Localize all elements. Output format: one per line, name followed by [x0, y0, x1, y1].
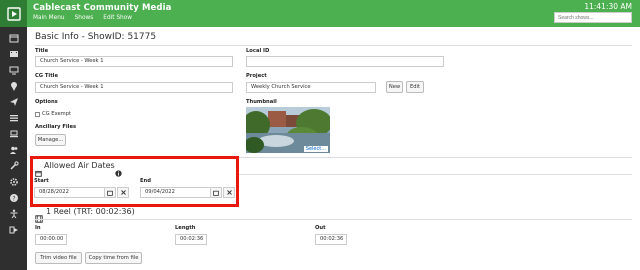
clock: 11:41:30 AM — [584, 2, 632, 11]
film-icon[interactable] — [0, 46, 27, 62]
list-icon[interactable] — [0, 110, 27, 126]
end-calendar-button[interactable] — [210, 187, 222, 198]
nav-edit-show[interactable]: Edit Show — [103, 15, 132, 21]
nav-shows[interactable]: Shows — [75, 15, 94, 21]
laptop-icon[interactable] — [0, 126, 27, 142]
reel-title: 1 Reel (TRT: 00:02:36) — [46, 207, 135, 216]
out-input[interactable]: 00:02:36 — [315, 234, 347, 245]
calendar-icon[interactable] — [0, 30, 27, 46]
accessibility-icon[interactable] — [0, 206, 27, 222]
logo-play-icon[interactable] — [0, 0, 27, 27]
in-input[interactable]: 00:00:00 — [35, 234, 67, 245]
in-label: In — [35, 225, 41, 231]
divider — [239, 174, 632, 175]
trim-video-button[interactable]: Trim video file — [35, 252, 82, 264]
project-select[interactable]: Weekly Church Service — [246, 82, 376, 93]
local-id-label: Local ID — [246, 48, 270, 54]
divider — [35, 219, 632, 220]
cg-title-label: CG Title — [35, 73, 58, 79]
edit-project-button[interactable]: Edit — [406, 81, 424, 93]
title-label: Title — [35, 48, 49, 54]
gear-icon[interactable] — [0, 174, 27, 190]
sidebar: ? — [0, 27, 27, 270]
wrench-icon[interactable] — [0, 158, 27, 174]
send-icon[interactable] — [0, 94, 27, 110]
monitor-icon[interactable] — [0, 62, 27, 78]
manage-button[interactable]: Manage... — [35, 134, 66, 146]
end-label: End — [140, 178, 151, 184]
copy-time-button[interactable]: Copy time from file — [85, 252, 142, 264]
start-clear-button[interactable] — [117, 187, 129, 198]
search-input[interactable] — [554, 12, 632, 23]
nav-main-menu[interactable]: Main Menu — [33, 15, 65, 21]
award-icon[interactable] — [0, 78, 27, 94]
length-input[interactable]: 00:02:36 — [175, 234, 207, 245]
help-icon[interactable]: ? — [0, 190, 27, 206]
cg-exempt-checkbox[interactable] — [35, 112, 40, 117]
out-label: Out — [315, 225, 326, 231]
cg-exempt-label: CG Exempt — [42, 111, 72, 117]
start-label: Start — [34, 178, 49, 184]
calendar-icon — [35, 162, 42, 177]
thumbnail-select-link[interactable]: Select... — [303, 146, 328, 152]
svg-text:?: ? — [12, 195, 15, 202]
breadcrumb: Main Menu Shows Edit Show — [33, 15, 142, 21]
divider — [35, 45, 632, 46]
thumbnail-image[interactable]: Select... — [246, 107, 330, 153]
basic-info-title: Basic Info - ShowID: 51775 — [35, 32, 157, 42]
options-label: Options — [35, 99, 58, 105]
thumbnail-label: Thumbnail — [246, 99, 277, 105]
cg-title-input[interactable]: Church Service - Week 1 — [35, 82, 233, 93]
local-id-input[interactable] — [246, 56, 444, 67]
new-project-button[interactable]: New — [386, 81, 403, 93]
info-icon[interactable] — [115, 162, 122, 177]
users-icon[interactable] — [0, 142, 27, 158]
film-icon — [35, 208, 43, 223]
app-title: Cablecast Community Media — [33, 3, 172, 13]
start-calendar-button[interactable] — [104, 187, 116, 198]
top-bar: Cablecast Community Media Main Menu Show… — [0, 0, 640, 27]
project-label: Project — [246, 73, 267, 79]
ancillary-files-label: Ancillary Files — [35, 124, 77, 130]
main-content: Basic Info - ShowID: 51775 Title Church … — [27, 27, 640, 270]
title-input[interactable]: Church Service - Week 1 — [35, 56, 233, 67]
signout-icon[interactable] — [0, 222, 27, 238]
end-clear-button[interactable] — [223, 187, 235, 198]
air-dates-title: Allowed Air Dates — [44, 161, 115, 170]
length-label: Length — [175, 225, 196, 231]
